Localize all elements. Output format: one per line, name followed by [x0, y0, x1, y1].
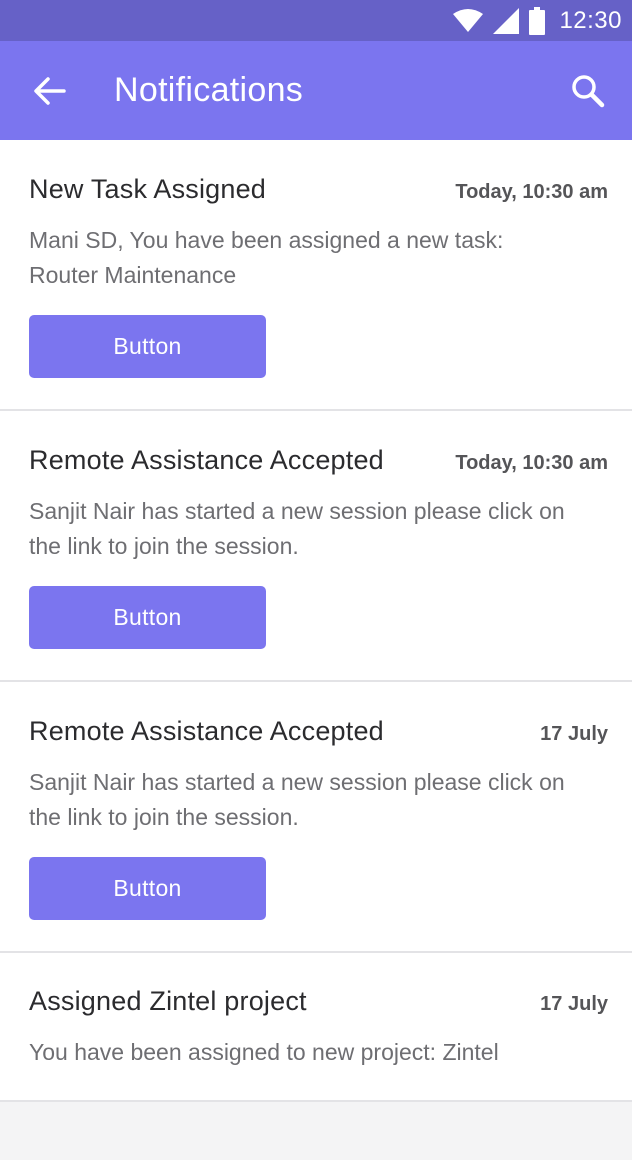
notification-card[interactable]: Remote Assistance Accepted 17 July Sanji… [0, 682, 632, 953]
notification-body: Sanjit Nair has started a new session pl… [29, 769, 565, 830]
status-time: 12:30 [559, 6, 622, 34]
notification-action-button[interactable]: Button [29, 586, 266, 649]
notification-action-button[interactable]: Button [29, 315, 266, 378]
notifications-screen: 12:30 Notifications New Task Assigned To… [0, 0, 632, 1160]
notification-body: Sanjit Nair has started a new session pl… [29, 498, 565, 559]
back-button[interactable] [32, 73, 68, 109]
notification-title: Remote Assistance Accepted [29, 445, 384, 475]
notification-body: You have been assigned to new project: Z… [29, 1039, 499, 1065]
notification-time: Today, 10:30 am [455, 452, 608, 474]
notification-title: Assigned Zintel project [29, 986, 307, 1016]
search-button[interactable] [568, 71, 608, 111]
notification-list: New Task Assigned Today, 10:30 am Mani S… [0, 140, 632, 1102]
notification-title: Remote Assistance Accepted [29, 716, 384, 746]
notification-title: New Task Assigned [29, 174, 267, 204]
status-bar: 12:30 [0, 0, 632, 41]
notification-card[interactable]: Assigned Zintel project 17 July You have… [0, 953, 632, 1102]
battery-icon [529, 6, 546, 35]
notification-time: Today, 10:30 am [455, 181, 608, 203]
notification-body: Mani SD, You have been assigned a new ta… [29, 227, 504, 288]
notification-time: 17 July [540, 993, 608, 1015]
notification-action-button[interactable]: Button [29, 857, 266, 920]
app-bar: Notifications [0, 41, 632, 140]
notification-time: 17 July [540, 723, 608, 745]
arrow-left-icon [34, 76, 66, 105]
wifi-icon [453, 8, 484, 33]
notification-card[interactable]: Remote Assistance Accepted Today, 10:30 … [0, 411, 632, 682]
search-icon [572, 74, 605, 107]
page-title: Notifications [114, 71, 304, 109]
signal-icon [493, 7, 520, 34]
notification-card[interactable]: New Task Assigned Today, 10:30 am Mani S… [0, 140, 632, 411]
